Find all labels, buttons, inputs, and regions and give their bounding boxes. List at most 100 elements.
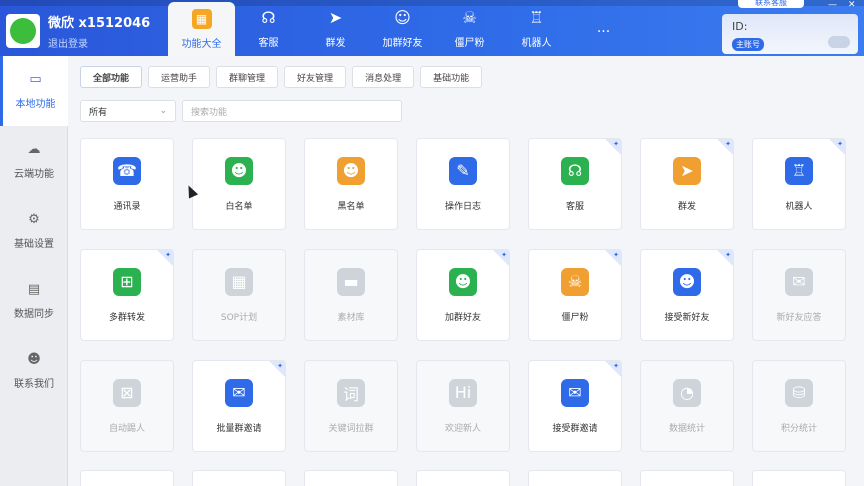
feature-card[interactable]: ✎ 操作日志	[416, 138, 510, 230]
feature-card[interactable]: ☠ 僵尸粉 ✦	[528, 249, 622, 341]
headset-icon: ☊	[261, 8, 276, 27]
feature-card[interactable]	[304, 470, 398, 486]
nav-tab[interactable]: ☠ 僵尸粉	[436, 0, 503, 56]
category-select[interactable]: 所有 ⌄	[80, 100, 176, 122]
contact-support-button[interactable]: 联系客服	[738, 0, 804, 8]
add-friend-icon: ☻	[449, 267, 477, 296]
nav-tab[interactable]: ▦ 功能大全	[168, 2, 235, 56]
feature-card[interactable]: ⊠ 自动踢人	[80, 360, 174, 452]
logout-link[interactable]: 退出登录	[48, 35, 150, 50]
sidebar-item[interactable]: ▭ 本地功能	[0, 56, 68, 126]
sidebar: ▭ 本地功能 ☁ 云端功能 ⚙ 基础设置 ▤ 数据同步 ☻ 联系我们	[0, 56, 68, 486]
sub-tab[interactable]: 运营助手	[148, 66, 211, 88]
pin-icon[interactable]: ✦	[725, 140, 731, 148]
feature-card[interactable]	[752, 470, 846, 486]
feature-card[interactable]: ▬ 素材库	[304, 249, 398, 341]
sidebar-item[interactable]: ⚙ 基础设置	[0, 196, 68, 266]
points-icon: ⛁	[785, 378, 813, 407]
nav-tab-label: ...	[596, 20, 611, 36]
minimize-icon[interactable]: —	[828, 0, 837, 10]
invite-icon: ✉	[225, 378, 253, 407]
feature-card[interactable]	[640, 470, 734, 486]
feature-card[interactable]: ▦ SOP计划	[192, 249, 286, 341]
accept-invite-icon: ✉	[561, 378, 589, 407]
pin-icon[interactable]: ✦	[165, 251, 171, 259]
feature-card-label: 接受群邀请	[552, 423, 598, 434]
nav-tab-label: 加群好友	[382, 37, 423, 49]
sub-tab[interactable]: 全部功能	[80, 66, 143, 88]
welcome-icon: Hi	[449, 378, 477, 407]
feature-card[interactable]: ☻ 接受新好友 ✦	[640, 249, 734, 341]
sidebar-item[interactable]: ☁ 云端功能	[0, 126, 68, 196]
sidebar-item[interactable]: ☻ 联系我们	[0, 336, 68, 406]
pin-icon[interactable]: ✦	[613, 251, 619, 259]
feature-card[interactable]: ☎ 通讯录	[80, 138, 174, 230]
feature-card[interactable]: ⊞ 多群转发 ✦	[80, 249, 174, 341]
pin-icon[interactable]: ✦	[613, 140, 619, 148]
feature-card[interactable]: ⛁ 积分统计	[752, 360, 846, 452]
sync-icon: ▤	[27, 282, 41, 297]
pin-icon[interactable]: ✦	[725, 251, 731, 259]
feature-card[interactable]: ♖ 机器人 ✦	[752, 138, 846, 230]
feature-card[interactable]: ◔ 数据统计	[640, 360, 734, 452]
sidebar-item-label: 云端功能	[14, 168, 54, 180]
feature-card[interactable]: ☻ 加群好友 ✦	[416, 249, 510, 341]
nav-tab-label: 群发	[325, 37, 346, 49]
feature-card[interactable]	[528, 470, 622, 486]
feature-card-label: 新好友应答	[776, 312, 822, 323]
feature-card-label: 素材库	[337, 312, 365, 323]
pin-icon[interactable]: ✦	[613, 362, 619, 370]
nav-tab[interactable]: ☺ 加群好友	[369, 0, 436, 56]
sub-tab[interactable]: 好友管理	[284, 66, 347, 88]
send-icon: ➤	[673, 156, 701, 185]
feature-card[interactable]: ☻ 白名单	[192, 138, 286, 230]
feature-card[interactable]: ☻ 黑名单	[304, 138, 398, 230]
sub-tab[interactable]: 基础功能	[420, 66, 483, 88]
avatar[interactable]	[6, 14, 40, 48]
add-friend-icon: ☺	[394, 8, 411, 27]
nav-tab[interactable]: ➤ 群发	[302, 0, 369, 56]
feature-card-label: 白名单	[225, 201, 253, 212]
feature-card-label: 群发	[677, 201, 696, 212]
feature-card[interactable]: ✉ 新好友应答	[752, 249, 846, 341]
close-icon[interactable]: ✕	[848, 0, 856, 10]
feature-card[interactable]: ✉ 接受群邀请 ✦	[528, 360, 622, 452]
skull-icon: ☠	[561, 267, 589, 296]
nav-tab[interactable]: ♖ 机器人	[503, 0, 570, 56]
grid-icon: ▦	[191, 8, 212, 29]
log-icon: ✎	[449, 156, 477, 185]
feature-card[interactable]: ☊ 客服 ✦	[528, 138, 622, 230]
feature-card-label: 多群转发	[108, 312, 145, 323]
pin-icon[interactable]: ✦	[501, 251, 507, 259]
nav-tab[interactable]: ...	[570, 0, 637, 56]
feature-card[interactable]: ➤ 群发 ✦	[640, 138, 734, 230]
feature-card-label: 关键词拉群	[328, 423, 374, 434]
feature-card[interactable]	[80, 470, 174, 486]
sub-tab[interactable]: 消息处理	[352, 66, 415, 88]
pie-chart-icon: ◔	[673, 378, 701, 407]
pin-icon[interactable]: ✦	[837, 140, 843, 148]
feature-card-label: 数据统计	[668, 423, 705, 434]
folder-icon: ▬	[337, 267, 365, 296]
filter-bar: 所有 ⌄ 搜索功能	[80, 100, 402, 122]
nav-tab[interactable]: ☊ 客服	[235, 0, 302, 56]
sop-icon: ▦	[225, 267, 253, 296]
headset-icon: ☊	[561, 156, 589, 185]
sub-tabs: 全部功能 运营助手 群聊管理 好友管理 消息处理 基础功能	[80, 66, 488, 88]
sub-tab[interactable]: 群聊管理	[216, 66, 279, 88]
feature-card[interactable]: 词关键词拉群	[304, 360, 398, 452]
sidebar-item-label: 联系我们	[14, 378, 54, 390]
search-input[interactable]: 搜索功能	[182, 100, 402, 122]
blacklist-icon: ☻	[337, 156, 365, 185]
feature-card-label: 接受新好友	[664, 312, 710, 323]
feature-card[interactable]	[416, 470, 510, 486]
feature-card[interactable]	[192, 470, 286, 486]
feature-card[interactable]: Hi 欢迎新人	[416, 360, 510, 452]
main-nav: ▦ 功能大全 ☊ 客服 ➤ 群发 ☺ 加群好友 ☠ 僵尸粉 ♖ 机器人...	[168, 0, 637, 56]
feature-grid: ☎ 通讯录 ☻ 白名单 ☻ 黑名单 ✎ 操作日志 ☊ 客服 ✦ ➤ 群发 ✦ ♖ 机器人 ✦ ⊞ 多群转发 ✦ ▦ SOP…	[80, 138, 846, 452]
forward-icon: ⊞	[113, 267, 141, 296]
feature-card[interactable]: ✉ 批量群邀请 ✦	[192, 360, 286, 452]
sidebar-item[interactable]: ▤ 数据同步	[0, 266, 68, 336]
partial-row	[80, 470, 864, 486]
pin-icon[interactable]: ✦	[277, 362, 283, 370]
